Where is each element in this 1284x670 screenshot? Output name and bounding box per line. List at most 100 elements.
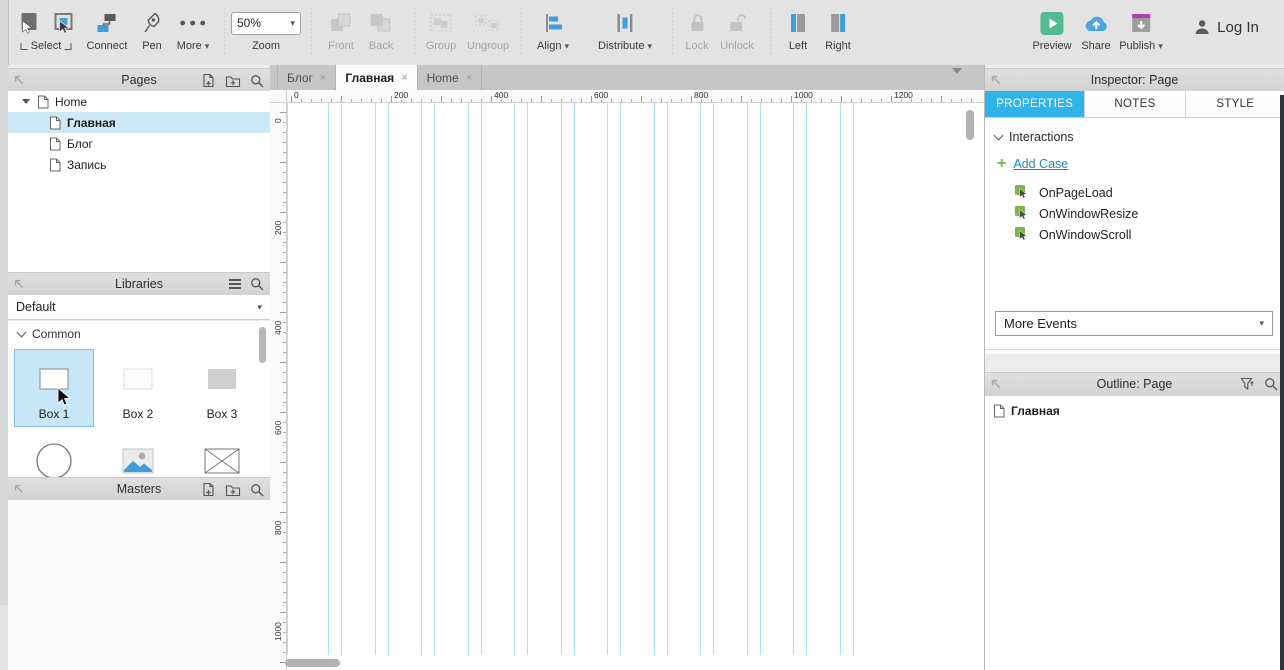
- add-case-row[interactable]: + Add Case: [997, 156, 1068, 172]
- search-icon[interactable]: [250, 277, 264, 291]
- ruler-tick: [641, 96, 642, 102]
- grid-guide: [747, 103, 748, 655]
- ellipse-icon: [36, 442, 72, 477]
- tab-notes[interactable]: NOTES: [1085, 91, 1186, 117]
- ruler-tick: [283, 172, 286, 173]
- widget-placeholder[interactable]: Placeholder: [182, 431, 262, 477]
- tab-style[interactable]: STYLE: [1186, 91, 1284, 117]
- event-onwindowresize[interactable]: OnWindowResize: [1015, 206, 1138, 221]
- close-tab-icon[interactable]: ×: [320, 72, 326, 84]
- ruler-tick: [471, 99, 472, 102]
- more-tools[interactable]: More ▾: [177, 7, 210, 52]
- grid-guide: [388, 103, 389, 655]
- menu-icon[interactable]: [229, 279, 241, 289]
- page-item-glavnaya[interactable]: Главная: [8, 112, 270, 133]
- tab-home[interactable]: Home ×: [417, 65, 483, 90]
- pen-tool[interactable]: Pen: [141, 7, 163, 52]
- widget-box2[interactable]: Box 2: [98, 349, 178, 427]
- add-page-icon[interactable]: [201, 73, 216, 88]
- add-folder-icon[interactable]: [225, 483, 241, 497]
- masters-content: [8, 500, 270, 670]
- libraries-scrollbar-thumb[interactable]: [259, 327, 266, 363]
- grid-guide: [700, 103, 701, 655]
- share-cloud-icon: [1085, 16, 1107, 31]
- page-item-blog[interactable]: Блог: [8, 133, 270, 154]
- page-canvas[interactable]: [287, 103, 984, 670]
- page-item-zapis[interactable]: Запись: [8, 154, 270, 175]
- common-section-label: Common: [32, 327, 81, 341]
- tab-glavnaya[interactable]: Главная ×: [336, 65, 418, 90]
- vertical-scrollbar-thumb[interactable]: [966, 110, 974, 140]
- horizontal-scrollbar-thumb[interactable]: [285, 659, 340, 667]
- ruler-tick: [561, 99, 562, 102]
- toolbar-separator: [521, 8, 522, 54]
- publish-button[interactable]: Publish ▾: [1119, 7, 1163, 52]
- ruler-tick: [280, 612, 286, 613]
- search-icon[interactable]: [1264, 377, 1278, 391]
- grid-guide: [328, 103, 329, 655]
- preview-button[interactable]: Preview: [1032, 7, 1072, 52]
- align-left-button[interactable]: Left: [787, 7, 809, 52]
- connect-tool[interactable]: Connect: [87, 7, 127, 52]
- disclosure-triangle-icon[interactable]: [22, 99, 30, 104]
- widget-box3[interactable]: Box 3: [182, 349, 262, 427]
- align-button[interactable]: Align ▾: [537, 7, 569, 52]
- distribute-button[interactable]: Distribute ▾: [598, 7, 652, 52]
- more-events-select[interactable]: More Events ▾: [995, 311, 1273, 336]
- ruler-tick: [283, 382, 286, 383]
- ruler-label: 800: [694, 90, 709, 100]
- ruler-label: 800: [273, 520, 283, 535]
- ruler-tick: [461, 99, 462, 102]
- event-onwindowscroll[interactable]: OnWindowScroll: [1015, 227, 1131, 242]
- close-tab-icon[interactable]: ×: [466, 72, 472, 84]
- close-tab-icon[interactable]: ×: [401, 72, 407, 84]
- caret-down-icon: ▾: [204, 40, 210, 51]
- event-onpageload[interactable]: OnPageLoad: [1015, 185, 1113, 200]
- search-icon[interactable]: [250, 483, 264, 497]
- ruler-tick: [280, 412, 286, 413]
- search-icon[interactable]: [250, 74, 264, 88]
- unlock-button: Unlock: [720, 7, 754, 52]
- interactions-section-header[interactable]: Interactions: [993, 130, 1074, 144]
- grid-guide: [607, 103, 608, 655]
- toolbar-separator: [770, 8, 771, 54]
- select-tool[interactable]: Select: [18, 7, 75, 52]
- ungroup-button: Ungroup: [467, 7, 509, 52]
- grid-guide: [654, 103, 655, 655]
- add-page-icon[interactable]: [201, 482, 216, 497]
- align-right-button[interactable]: Right: [825, 7, 851, 52]
- caret-down-icon: ▾: [1259, 318, 1264, 328]
- ruler-tick: [283, 492, 286, 493]
- preview-play-icon: [1040, 11, 1064, 35]
- ruler-tick: [283, 472, 286, 473]
- ruler-tick: [283, 122, 286, 123]
- share-button[interactable]: Share: [1081, 7, 1111, 52]
- add-case-link[interactable]: Add Case: [1013, 157, 1068, 171]
- filter-icon[interactable]: [1240, 377, 1255, 391]
- ruler-tick: [283, 572, 286, 573]
- pages-panel-header: Pages: [8, 68, 270, 93]
- tab-blog[interactable]: Блог ×: [277, 65, 337, 90]
- add-folder-icon[interactable]: [225, 74, 241, 88]
- right-edge-strip: [1280, 95, 1284, 670]
- widget-box1[interactable]: Box 1: [14, 349, 94, 427]
- align-label: Align: [537, 40, 562, 52]
- zoom-control[interactable]: 50% ▾ Zoom: [231, 7, 301, 52]
- inspector-panel-title: Inspector: Page: [1090, 73, 1179, 87]
- library-select[interactable]: Default ▾: [8, 295, 270, 320]
- widget-image[interactable]: Image: [98, 431, 178, 477]
- outline-item-glavnaya[interactable]: Главная: [985, 400, 1284, 421]
- page-item-home[interactable]: Home: [8, 91, 270, 112]
- ruler-tick: [283, 482, 286, 483]
- tab-properties[interactable]: PROPERTIES: [985, 91, 1086, 117]
- pen-label: Pen: [142, 40, 162, 52]
- widget-ellipse[interactable]: Ellipse: [14, 431, 94, 477]
- outline-item-label: Главная: [1011, 403, 1060, 418]
- divider: [985, 349, 1284, 350]
- common-section-header[interactable]: Common: [8, 321, 270, 347]
- ruler-tick: [841, 96, 842, 102]
- canvas-area[interactable]: 0 200 400 600 800 1000 1200 0 200 400 600 800 1000: [270, 90, 984, 670]
- zoom-select[interactable]: 50% ▾: [231, 11, 301, 35]
- page-icon: [994, 404, 1005, 417]
- login-button[interactable]: Log In: [1193, 18, 1259, 36]
